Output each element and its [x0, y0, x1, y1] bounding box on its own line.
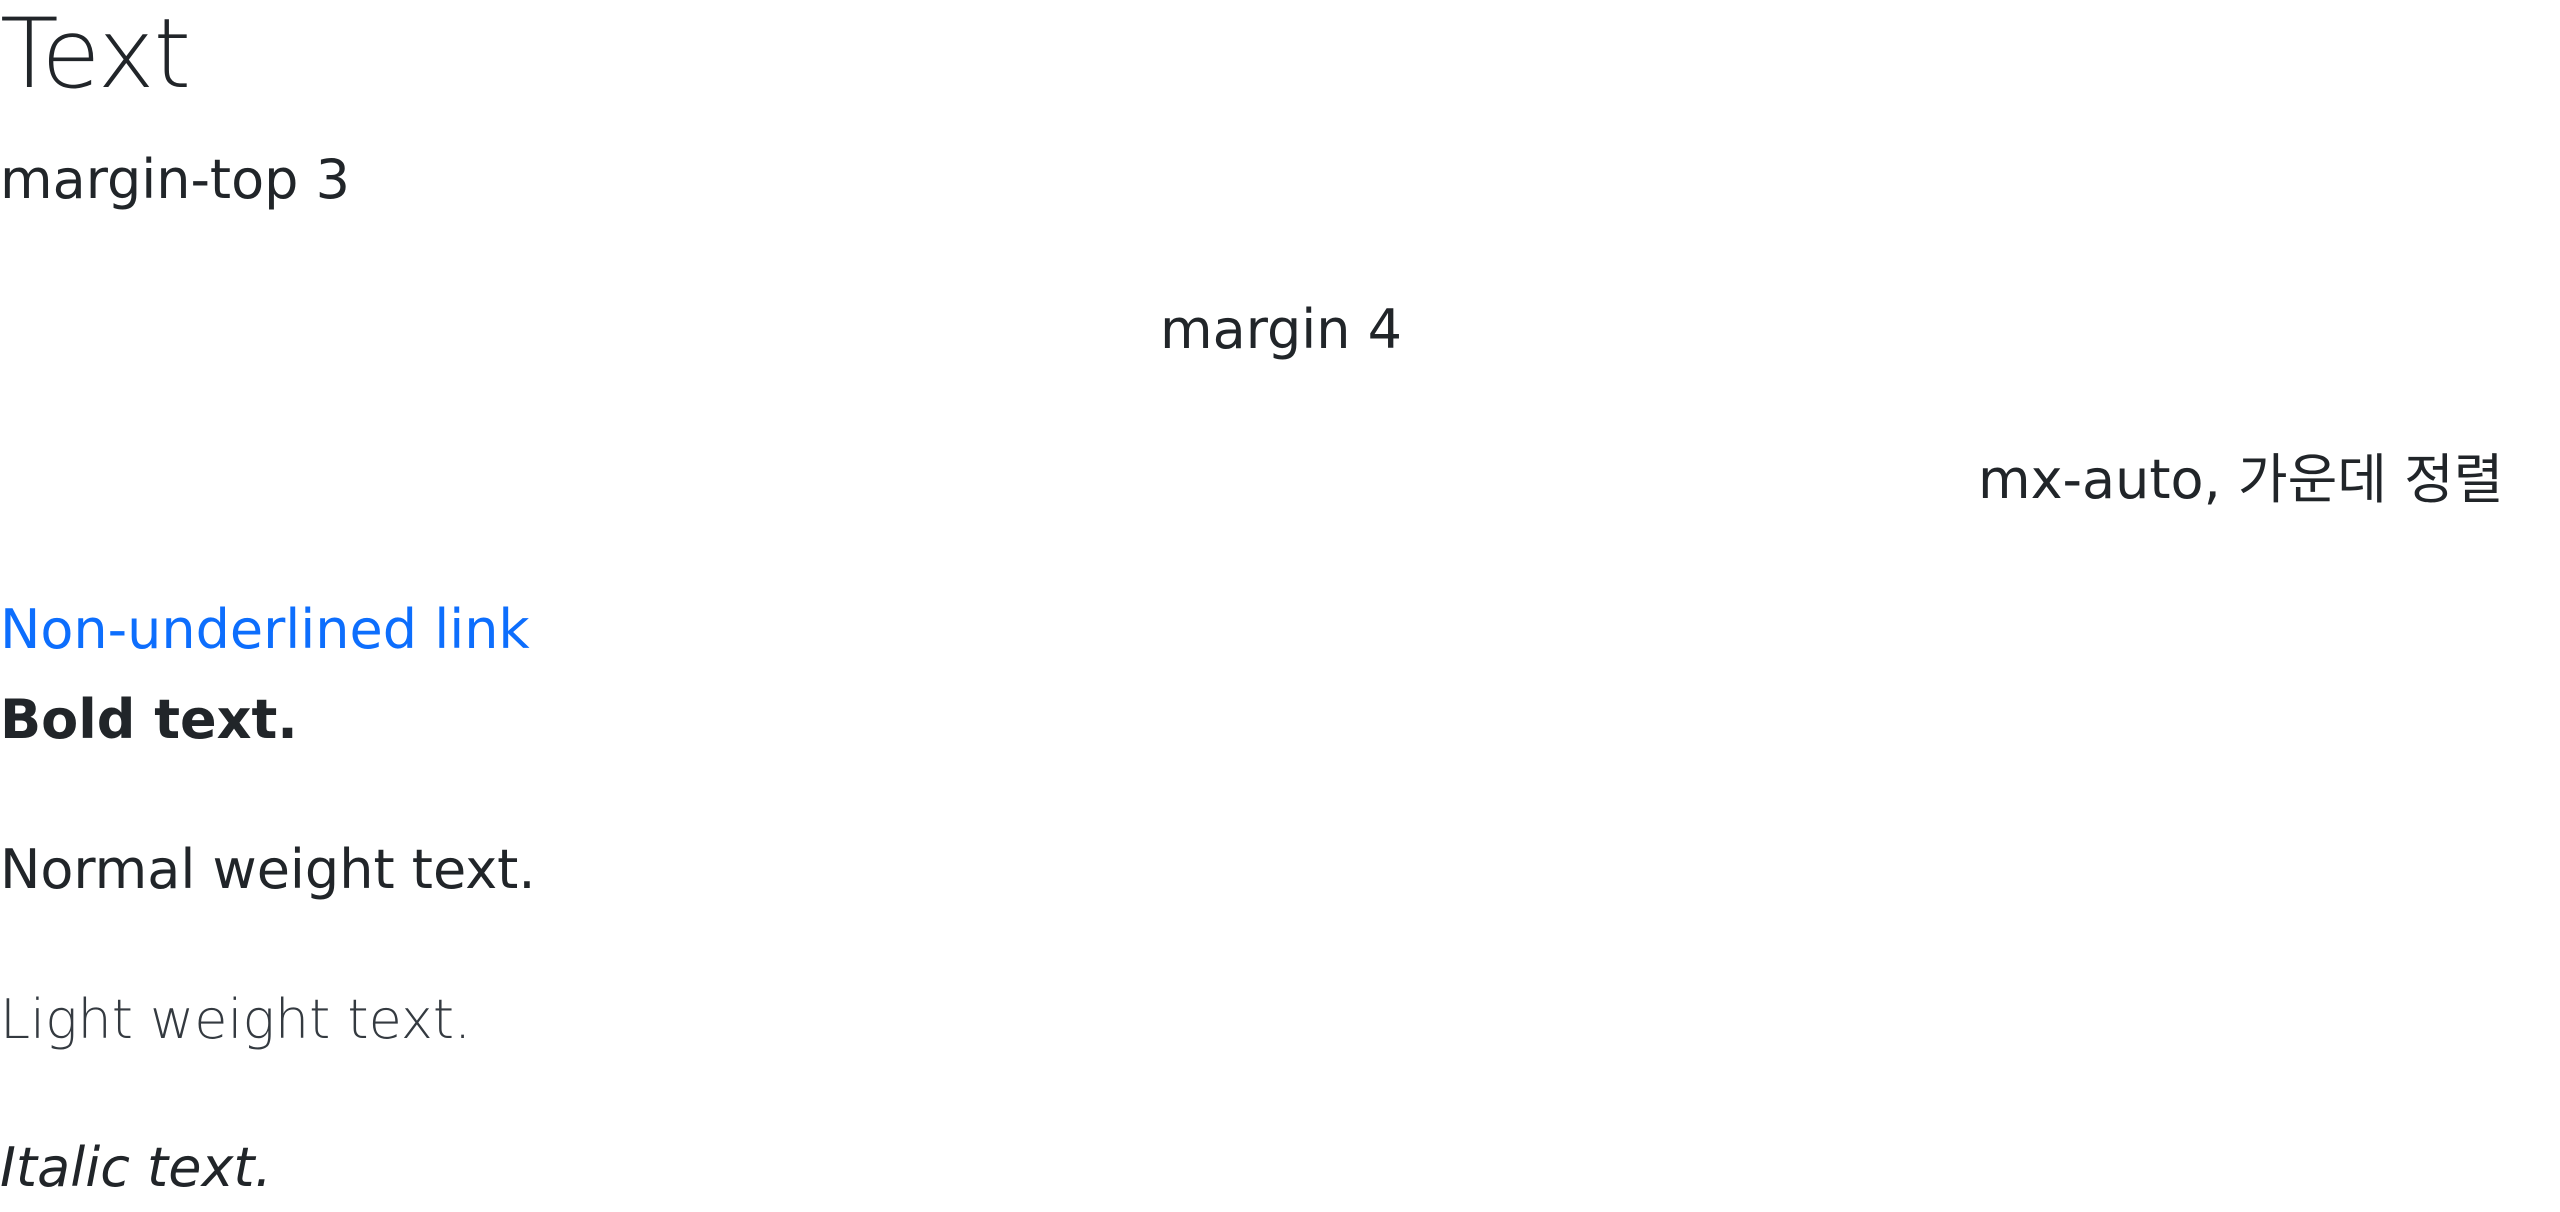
- non-underlined-link[interactable]: Non-underlined link: [0, 598, 530, 663]
- light-weight-text: Light weight text.: [0, 988, 472, 1051]
- page-title: Text: [0, 0, 191, 110]
- page: Text margin-top 3 margin 4 mx-auto, 가운데 …: [0, 0, 2560, 1212]
- margin-top-3-text: margin-top 3: [0, 148, 350, 211]
- margin-4-text: margin 4: [1160, 298, 1402, 361]
- italic-text: Italic text.: [0, 1136, 272, 1199]
- normal-weight-text: Normal weight text.: [0, 838, 536, 901]
- mx-auto-center-text: mx-auto, 가운데 정렬: [1978, 448, 2504, 511]
- bold-text: Bold text.: [0, 688, 298, 751]
